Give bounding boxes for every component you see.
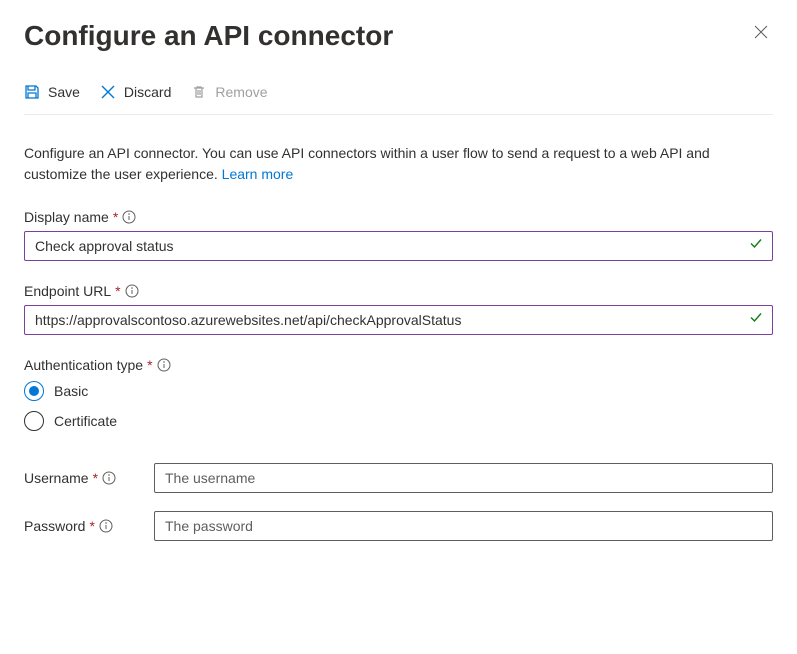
discard-icon [100, 84, 116, 100]
username-label: Username [24, 470, 89, 486]
radio-certificate-label: Certificate [54, 413, 117, 429]
toolbar: Save Discard Remove [24, 84, 773, 115]
password-label: Password [24, 518, 85, 534]
radio-unselected-icon [24, 411, 44, 431]
radio-basic-label: Basic [54, 383, 88, 399]
discard-label: Discard [124, 84, 171, 100]
display-name-input[interactable] [24, 231, 773, 261]
password-input[interactable] [154, 511, 773, 541]
page-title: Configure an API connector [24, 20, 393, 52]
learn-more-link[interactable]: Learn more [222, 166, 294, 182]
discard-button[interactable]: Discard [100, 84, 171, 100]
remove-label: Remove [215, 84, 267, 100]
close-button[interactable] [749, 20, 773, 49]
info-icon[interactable] [99, 519, 113, 533]
description-text: Configure an API connector. You can use … [24, 143, 773, 185]
save-button[interactable]: Save [24, 84, 80, 100]
required-indicator: * [113, 209, 118, 225]
endpoint-url-label: Endpoint URL [24, 283, 111, 299]
auth-type-label: Authentication type [24, 357, 143, 373]
endpoint-url-input[interactable] [24, 305, 773, 335]
remove-button: Remove [191, 84, 267, 100]
info-icon[interactable] [122, 210, 136, 224]
required-indicator: * [115, 283, 120, 299]
display-name-label: Display name [24, 209, 109, 225]
auth-type-radio-certificate[interactable]: Certificate [24, 411, 773, 431]
close-icon [753, 24, 769, 44]
required-indicator: * [147, 357, 152, 373]
info-icon[interactable] [125, 284, 139, 298]
save-icon [24, 84, 40, 100]
info-icon[interactable] [157, 358, 171, 372]
radio-selected-icon [24, 381, 44, 401]
required-indicator: * [89, 518, 94, 534]
required-indicator: * [93, 470, 98, 486]
trash-icon [191, 84, 207, 100]
username-input[interactable] [154, 463, 773, 493]
info-icon[interactable] [102, 471, 116, 485]
save-label: Save [48, 84, 80, 100]
auth-type-radio-basic[interactable]: Basic [24, 381, 773, 401]
